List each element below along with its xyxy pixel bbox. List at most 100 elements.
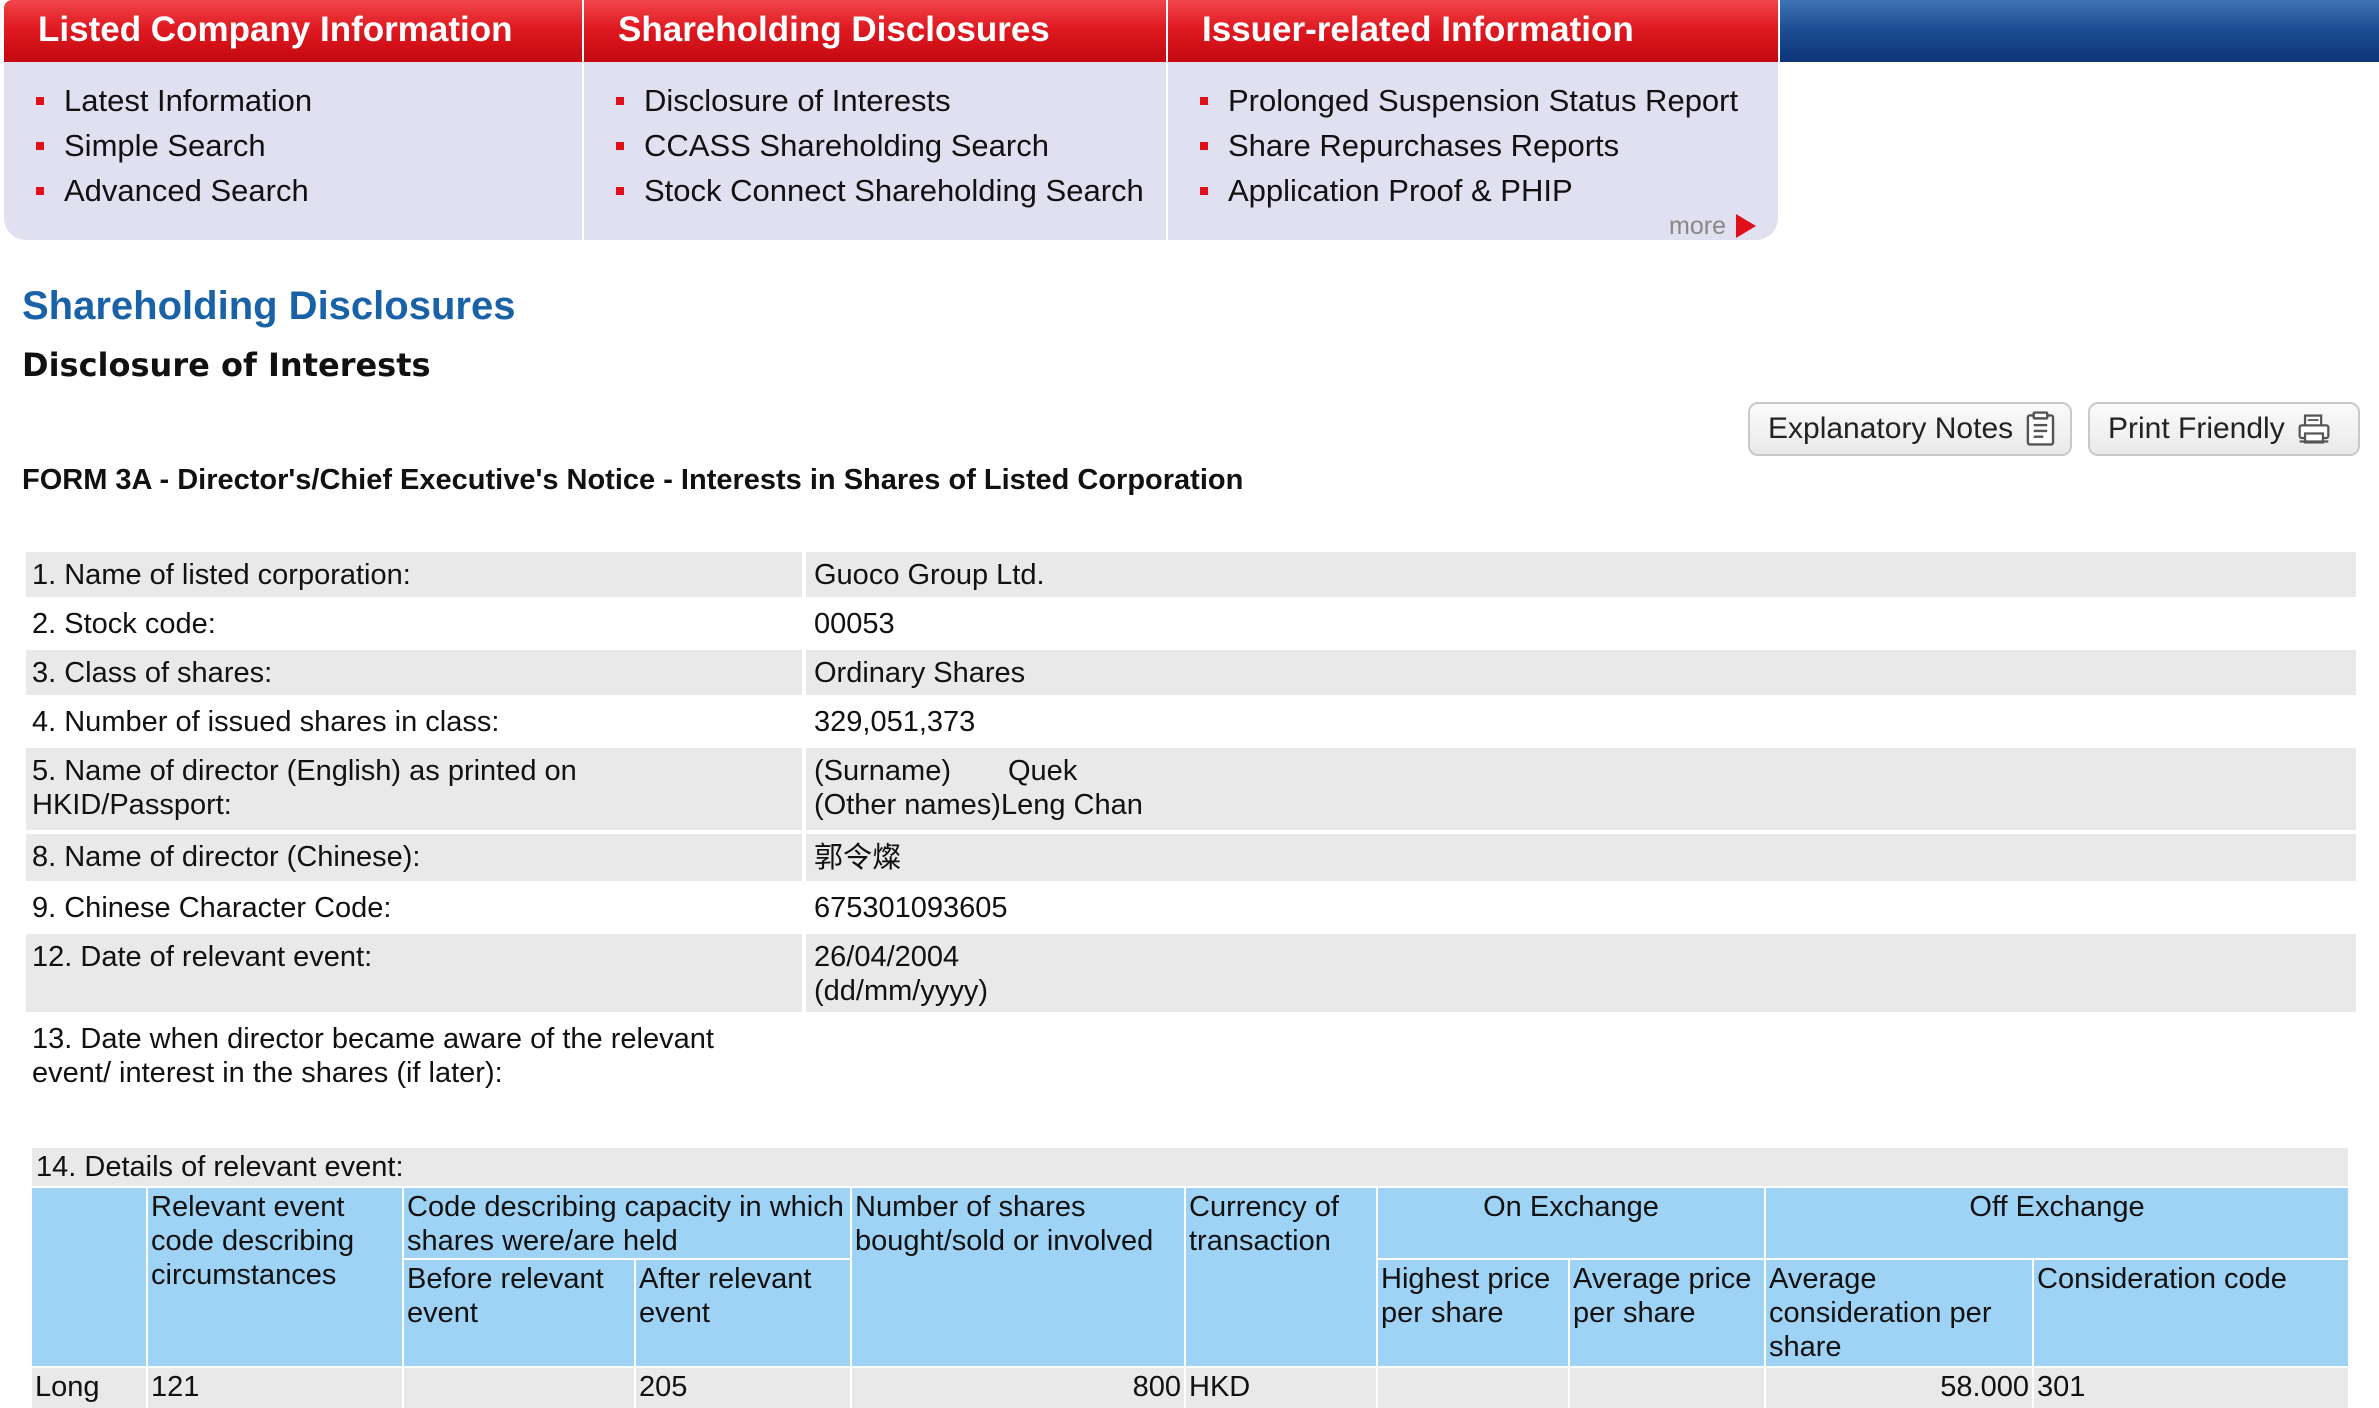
cell-highest-price	[1378, 1368, 1568, 1408]
header-consideration-code: Consideration code	[2034, 1260, 2348, 1366]
surname-label: (Surname)	[814, 755, 951, 787]
header-event-code: Relevant event code describing circumsta…	[148, 1188, 402, 1366]
cell-average-price	[1570, 1368, 1764, 1408]
bullet-icon	[616, 96, 624, 105]
details-table: 14. Details of relevant event: Relevant …	[32, 1148, 2348, 1408]
field-label-line: 5. Name of director (English) as printed…	[32, 755, 577, 787]
field-row-issued-shares: 4. Number of issued shares in class: 329…	[26, 699, 2356, 744]
form-title: FORM 3A - Director's/Chief Executive's N…	[22, 464, 1244, 496]
more-link[interactable]: more	[1669, 212, 1756, 240]
bullet-icon	[36, 96, 44, 105]
field-label: 12. Date of relevant event:	[26, 934, 802, 1012]
field-value: 26/04/2004 (dd/mm/yyyy)	[806, 934, 2356, 1012]
menu-item-stock-connect-search[interactable]: Stock Connect Shareholding Search	[616, 168, 1166, 213]
menu-heading-issuer-related[interactable]: Issuer-related Information	[1168, 0, 1778, 62]
form-fields-table: 1. Name of listed corporation: Guoco Gro…	[26, 552, 2356, 1100]
menu-item-label[interactable]: Stock Connect Shareholding Search	[644, 168, 1144, 213]
menu-item-label[interactable]: Disclosure of Interests	[644, 78, 951, 123]
field-label: 3. Class of shares:	[26, 650, 802, 695]
header-off-exchange: Off Exchange	[1766, 1188, 2348, 1258]
more-label[interactable]: more	[1669, 212, 1726, 241]
menu-item-label[interactable]: Share Repurchases Reports	[1228, 123, 1619, 168]
bullet-icon	[36, 186, 44, 195]
cell-after-event: 205	[636, 1368, 850, 1408]
field-row-chinese-character-code: 9. Chinese Character Code: 675301093605	[26, 885, 2356, 930]
surname-value: Quek	[1008, 755, 1078, 787]
explanatory-notes-label: Explanatory Notes	[1768, 412, 2014, 445]
field-row-director-chinese-name: 8. Name of director (Chinese): 郭令燦	[26, 834, 2356, 881]
menu-item-advanced-search[interactable]: Advanced Search	[36, 168, 582, 213]
event-date-format: (dd/mm/yyyy)	[814, 975, 988, 1007]
bullet-icon	[36, 141, 44, 150]
field-value: 00053	[814, 608, 895, 640]
menu-item-label[interactable]: Prolonged Suspension Status Report	[1228, 78, 1738, 123]
other-names-label: (Other names)	[814, 789, 1001, 821]
menu-item-label[interactable]: Advanced Search	[64, 168, 309, 213]
menu-column-listed-company: Listed Company Information Latest Inform…	[4, 0, 582, 240]
field-row-date-of-event: 12. Date of relevant event: 26/04/2004 (…	[26, 934, 2356, 1012]
field-label: 9. Chinese Character Code:	[32, 892, 392, 924]
bullet-icon	[616, 186, 624, 195]
field-value: Ordinary Shares	[806, 650, 2356, 695]
cell-position: Long	[32, 1368, 146, 1408]
header-capacity: Code describing capacity in which shares…	[404, 1188, 850, 1258]
cell-consideration-code: 301	[2034, 1368, 2348, 1408]
other-names-value: Leng Chan	[1000, 789, 1143, 821]
field-label: 2. Stock code:	[32, 608, 216, 640]
header-number-of-shares: Number of shares bought/sold or involved	[852, 1188, 1184, 1366]
details-caption: 14. Details of relevant event:	[32, 1148, 2348, 1186]
menu-item-simple-search[interactable]: Simple Search	[36, 123, 582, 168]
field-label-line: 13. Date when director became aware of t…	[32, 1023, 714, 1055]
arrow-right-icon	[1736, 214, 1756, 238]
field-row-director-english-name: 5. Name of director (English) as printed…	[26, 748, 2356, 830]
cell-average-consideration: 58.000	[1766, 1368, 2032, 1408]
field-label-line: event/ interest in the shares (if later)…	[32, 1057, 503, 1089]
menu-column-issuer-related: Issuer-related Information Prolonged Sus…	[1168, 0, 1778, 240]
page-title: Shareholding Disclosures	[22, 284, 516, 328]
menu-heading-shareholding[interactable]: Shareholding Disclosures	[584, 0, 1166, 62]
menu-item-label[interactable]: Latest Information	[64, 78, 312, 123]
menu-item-label[interactable]: CCASS Shareholding Search	[644, 123, 1049, 168]
cell-event-code: 121	[148, 1368, 402, 1408]
bullet-icon	[616, 141, 624, 150]
field-row-stock-code: 2. Stock code: 00053	[26, 601, 2356, 646]
explanatory-notes-button[interactable]: Explanatory Notes	[1748, 402, 2072, 456]
menu-item-disclosure-of-interests[interactable]: Disclosure of Interests	[616, 78, 1166, 123]
field-row-date-aware: 13. Date when director became aware of t…	[26, 1016, 2356, 1096]
field-row-listed-corporation: 1. Name of listed corporation: Guoco Gro…	[26, 552, 2356, 597]
menu-banner	[1780, 0, 2379, 62]
event-date-value: 26/04/2004	[814, 941, 960, 973]
header-average-price: Average price per share	[1570, 1260, 1764, 1366]
header-on-exchange: On Exchange	[1378, 1188, 1764, 1258]
header-position	[32, 1188, 146, 1366]
menu-item-application-proof[interactable]: Application Proof & PHIP	[1200, 168, 1778, 213]
menu-item-latest-information[interactable]: Latest Information	[36, 78, 582, 123]
bullet-icon	[1200, 186, 1208, 195]
bullet-icon	[1200, 96, 1208, 105]
notes-icon	[2026, 411, 2055, 446]
menu-item-label[interactable]: Simple Search	[64, 123, 266, 168]
menu-heading-listed-company[interactable]: Listed Company Information	[4, 0, 582, 62]
field-label: 13. Date when director became aware of t…	[26, 1016, 802, 1096]
field-value	[806, 1016, 2356, 1096]
field-value: (Surname) Quek (Other names)Leng Chan	[806, 748, 2356, 830]
print-friendly-label: Print Friendly	[2108, 412, 2285, 445]
cell-number-of-shares: 800	[852, 1368, 1184, 1408]
menu-item-label[interactable]: Application Proof & PHIP	[1228, 168, 1573, 213]
cell-currency: HKD	[1186, 1368, 1376, 1408]
field-label: 1. Name of listed corporation:	[26, 552, 802, 597]
print-friendly-button[interactable]: Print Friendly	[2088, 402, 2360, 456]
header-after-event: After relevant event	[636, 1260, 850, 1366]
menu-divider	[1166, 0, 1168, 240]
field-label: 8. Name of director (Chinese):	[26, 834, 802, 881]
menu-item-ccass-search[interactable]: CCASS Shareholding Search	[616, 123, 1166, 168]
header-highest-price: Highest price per share	[1378, 1260, 1568, 1366]
menu-item-share-repurchases[interactable]: Share Repurchases Reports	[1200, 123, 1778, 168]
menu-column-shareholding: Shareholding Disclosures Disclosure of I…	[584, 0, 1166, 240]
cell-before-event	[404, 1368, 634, 1408]
printer-icon	[2298, 414, 2330, 444]
field-row-class-of-shares: 3. Class of shares: Ordinary Shares	[26, 650, 2356, 695]
menu-item-prolonged-suspension[interactable]: Prolonged Suspension Status Report	[1200, 78, 1778, 123]
header-average-consideration: Average consideration per share	[1766, 1260, 2032, 1366]
field-value: 329,051,373	[814, 706, 976, 738]
